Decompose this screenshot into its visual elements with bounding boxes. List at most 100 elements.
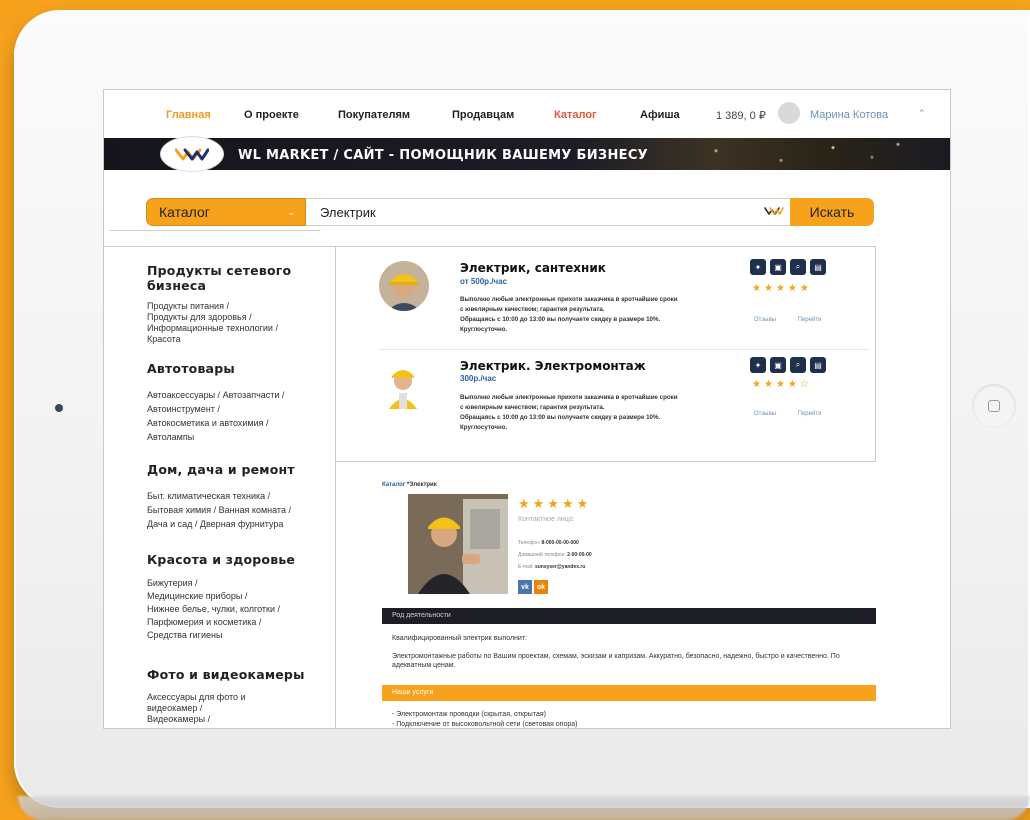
worker-photo: [379, 261, 429, 311]
chevron-up-icon[interactable]: ⌃: [918, 108, 926, 119]
category-link[interactable]: Бижутерия /: [147, 578, 198, 588]
card-actions: ✦ ▣ ⌕ ▤: [750, 357, 826, 373]
service-item: - Подключение от высоковольтной сети (св…: [392, 721, 578, 728]
category-link[interactable]: Дверная фурнитура: [200, 519, 283, 529]
activity-body: Электромонтажные работы по Вашим проекта…: [392, 653, 840, 669]
rating-stars: ★★★★☆: [752, 379, 812, 390]
email-line: E-mail: sunsyser@yandex.ru: [518, 564, 585, 570]
nav-catalog[interactable]: Каталог: [554, 109, 597, 121]
card-title[interactable]: Электрик, сантехник: [460, 261, 606, 275]
category-link[interactable]: Автокосметика и автохимия /: [147, 418, 269, 428]
phone-label: Телефон:: [518, 540, 541, 546]
category-link[interactable]: Автолампы: [147, 432, 194, 442]
category-links: Продукты питания / Продукты для здоровья…: [147, 301, 327, 345]
category-link[interactable]: Красота: [147, 334, 181, 344]
nav-sellers[interactable]: Продавцам: [452, 109, 514, 121]
breadcrumb-leaf: *Электрик: [406, 482, 437, 488]
section-header: Наши услуги: [382, 685, 876, 701]
results-list: Электрик, сантехник от 500р./час Выполню…: [336, 246, 876, 462]
email-value[interactable]: sunsyser@yandex.ru: [535, 564, 585, 570]
category-link[interactable]: Видеокамеры /: [147, 714, 210, 724]
phone-line: Телефон: 8-000-00-00-000: [518, 540, 579, 546]
home-button[interactable]: [972, 384, 1016, 428]
card-actions: ✦ ▣ ⌕ ▤: [750, 259, 826, 275]
card-price: 300р./час: [460, 374, 497, 383]
goto-link[interactable]: Перейти: [798, 411, 822, 417]
category-link[interactable]: Быт. климатическая техника /: [147, 491, 270, 501]
reviews-link[interactable]: Отзывы: [754, 411, 776, 417]
chat-icon[interactable]: ▣: [770, 259, 786, 275]
contact-label: Контактное лицо:: [518, 516, 575, 523]
goto-link[interactable]: Перейти: [798, 317, 822, 323]
breadcrumb: Каталог *Электрик: [382, 482, 437, 488]
save-icon[interactable]: ▤: [810, 259, 826, 275]
category-link[interactable]: Бытовая химия /: [147, 505, 216, 515]
worker-photo: [379, 359, 429, 409]
list-item[interactable]: Электрик. Электромонтаж 300р./час Выполн…: [336, 351, 876, 451]
category-link[interactable]: Медицинские приборы /: [147, 591, 247, 601]
category-link[interactable]: Ванная комната /: [219, 505, 291, 515]
card-desc-line: с ювелирным качеством; гарантия результа…: [460, 306, 605, 313]
category-link[interactable]: Продукты питания /: [147, 301, 229, 311]
service-item: - Электромонтаж проводки (скрытая, откры…: [392, 711, 546, 718]
category-link[interactable]: Информационные технологии /: [147, 323, 278, 333]
category-link[interactable]: Дача и сад /: [147, 519, 197, 529]
save-icon[interactable]: ▤: [810, 357, 826, 373]
avatar[interactable]: [778, 102, 800, 124]
category-links: Аксессуары для фото и видеокамер / Видео…: [147, 692, 267, 725]
category-link[interactable]: Аксессуары для фото и видеокамер /: [147, 692, 246, 713]
card-desc-line: Обращаясь с 10:00 до 13:00 вы получаете …: [460, 414, 661, 421]
card-desc-line: Круглосуточно.: [460, 424, 508, 431]
chevron-down-icon: ⌄: [287, 207, 295, 217]
bulb-icon[interactable]: ✦: [750, 357, 766, 373]
divider: [379, 349, 869, 350]
nav-poster[interactable]: Афиша: [640, 109, 680, 121]
section-header: Род деятельности: [382, 608, 876, 624]
username-link[interactable]: Марина Котова: [810, 109, 888, 121]
vk-icon[interactable]: vk: [518, 580, 532, 594]
category-links: Бижутерия / Медицинские приборы / Нижнее…: [147, 577, 327, 642]
category-title[interactable]: Дом, дача и ремонт: [147, 462, 327, 477]
category-select[interactable]: Каталог ⌄: [146, 198, 306, 226]
breadcrumb-root[interactable]: Каталог: [382, 482, 405, 488]
card-desc-line: с ювелирным качеством; гарантия результа…: [460, 404, 605, 411]
search-icon[interactable]: ⌕: [790, 259, 806, 275]
category-title[interactable]: Автотовары: [147, 361, 327, 376]
screen: Главная О проекте Покупателям Продавцам …: [103, 89, 951, 729]
category-block: Фото и видеокамеры Аксессуары для фото и…: [147, 667, 327, 725]
category-link[interactable]: Парфюмерия и косметика /: [147, 617, 261, 627]
ok-icon[interactable]: ok: [534, 580, 548, 594]
category-title[interactable]: Красота и здоровье: [147, 552, 327, 567]
card-desc-line: Круглосуточно.: [460, 326, 508, 333]
category-sidebar: Продукты сетевого бизнеса Продукты питан…: [104, 246, 336, 728]
search-icon[interactable]: ⌕: [790, 357, 806, 373]
category-link[interactable]: Нижнее белье, чулки, колготки /: [147, 604, 280, 614]
home-phone-value: 2-00-00-00: [567, 552, 592, 558]
card-title[interactable]: Электрик. Электромонтаж: [460, 359, 646, 373]
category-title[interactable]: Фото и видеокамеры: [147, 667, 327, 682]
nav-buyers[interactable]: Покупателям: [338, 109, 410, 121]
rating-stars: ★★★★★: [752, 283, 812, 294]
reviews-link[interactable]: Отзывы: [754, 317, 776, 323]
card-links: Отзывы Перейти: [754, 411, 841, 417]
nav-home[interactable]: Главная: [166, 109, 211, 121]
search-input[interactable]: [306, 198, 794, 226]
category-link[interactable]: Автоаксессуары /: [147, 390, 220, 400]
category-link[interactable]: Продукты для здоровья /: [147, 312, 252, 322]
category-link[interactable]: Автоинструмент /: [147, 404, 220, 414]
category-link[interactable]: Средства гигиены: [147, 630, 222, 640]
category-block: Автотовары Автоаксессуары / Автозапчасти…: [147, 361, 327, 444]
search-button[interactable]: Искать: [790, 198, 874, 226]
square-icon: [988, 400, 1000, 412]
bulb-icon[interactable]: ✦: [750, 259, 766, 275]
home-phone-label: Домашний телефон:: [518, 552, 566, 558]
nav-about[interactable]: О проекте: [244, 109, 299, 121]
category-title[interactable]: Продукты сетевого бизнеса: [147, 263, 327, 293]
list-item[interactable]: Электрик, сантехник от 500р./час Выполню…: [336, 247, 876, 350]
card-price: от 500р./час: [460, 277, 508, 286]
category-link[interactable]: Автозапчасти /: [223, 390, 285, 400]
logo[interactable]: [160, 136, 224, 172]
tablet-shadow: [18, 796, 1030, 820]
chat-icon[interactable]: ▣: [770, 357, 786, 373]
category-select-value: Каталог: [159, 204, 210, 220]
